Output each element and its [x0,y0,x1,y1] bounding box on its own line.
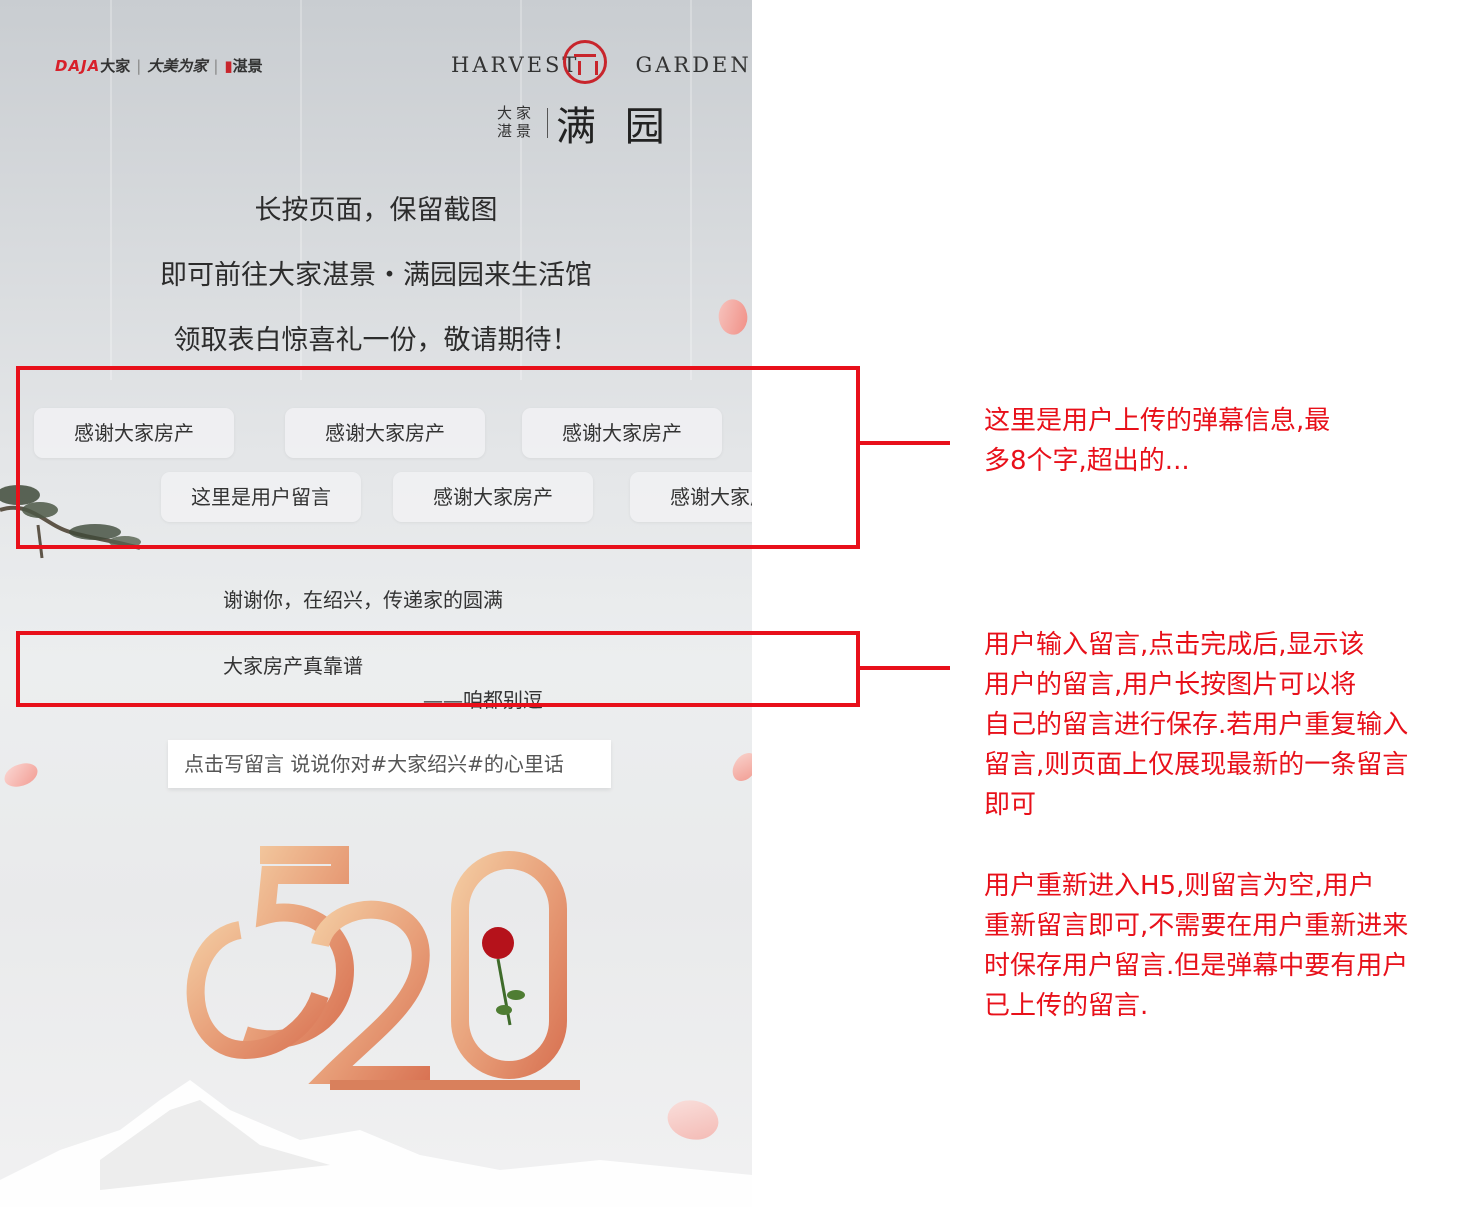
zhanjing-logo: 湛景 [232,57,263,75]
annotation-line: 用户重新进入H5,则留言为空,用户 [984,871,1375,901]
logo-divider [547,108,548,138]
project-name: 满 园 [556,104,673,150]
h5-page-preview: DAJA大家 | 大美为家 | ▮湛景 HARVEST GARDEN 大家 湛景 满 园 … [0,0,752,1207]
project-sub-logo: 大家 湛景 [497,104,535,140]
art-520-graphic [186,846,580,1090]
danmaku-highlight-box [16,366,860,549]
annotation-danmaku: 这里是用户上传的弹幕信息,最 多8个字,超出的... [984,401,1330,481]
annotation-line: 自己的留言进行保存.若用户重复输入 [984,710,1409,740]
petal-decoration [2,761,40,789]
annotation-reentry: 用户重新进入H5,则留言为空,用户 重新留言即可,不需要在用户重新进来 时保存用… [984,866,1408,1026]
connector-line [860,666,950,670]
sub-logo-line2: 湛景 [497,122,536,140]
write-message-input[interactable]: 点击写留言 说说你对#大家绍兴#的心里话 [168,740,611,788]
thanks-text: 谢谢你，在绍兴，传递家的圆满 [223,588,503,612]
intro-line-3: 领取表白惊喜礼一份，敬请期待！ [173,325,579,356]
garden-emblem-icon [563,40,607,84]
annotation-line: 即可 [984,790,1037,820]
harvest-text: HARVEST [451,53,580,77]
connector-line [860,441,950,445]
slogan-logo: 大美为家 [147,57,208,75]
annotation-line: 留言,则页面上仅展现最新的一条留言 [984,750,1409,780]
annotation-line: 多8个字,超出的... [984,446,1190,476]
daja-cn-logo: 大家 [100,57,131,75]
intro-line-1: 长按页面，保留截图 [254,195,498,226]
petal-decoration [729,749,752,785]
intro-line-2: 即可前往大家湛景・满园园来生活馆 [160,260,592,291]
annotation-line: 这里是用户上传的弹幕信息,最 [984,406,1331,436]
annotation-message: 用户输入留言,点击完成后,显示该 用户的留言,用户长按图片可以将 自己的留言进行… [984,625,1408,825]
annotation-line: 用户的留言,用户长按图片可以将 [984,670,1357,700]
garden-text: GARDEN [635,53,752,77]
message-highlight-box [16,631,860,707]
annotation-line: 时保存用户留言.但是弹幕中要有用户 [984,951,1409,981]
annotation-line: 用户输入留言,点击完成后,显示该 [984,630,1365,660]
daja-logo: DAJA [55,57,101,75]
annotation-line: 重新留言即可,不需要在用户重新进来 [984,911,1409,941]
annotation-line: 已上传的留言. [984,991,1149,1021]
sub-logo-line1: 大家 [497,104,536,122]
brand-logos: DAJA大家 | 大美为家 | ▮湛景 [55,57,263,75]
